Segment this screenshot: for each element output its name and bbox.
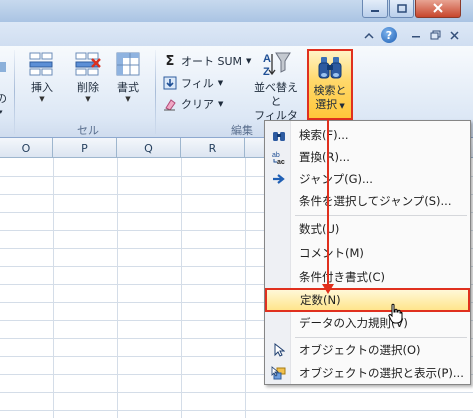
autosum-button[interactable]: Σ オート SUM ▼ [163, 52, 252, 70]
dropdown-arrow-icon: ▼ [85, 95, 91, 103]
sort-label-line1: 並べ替えと [254, 81, 298, 108]
grid-line [245, 158, 246, 418]
grid-line [181, 158, 182, 418]
delete-button[interactable]: 削除 ▼ [70, 50, 106, 104]
help-label: ? [385, 28, 393, 42]
insert-cells-icon [29, 52, 53, 76]
menu-separator [295, 215, 467, 216]
ribbon-left-fragment: の ▾ [0, 62, 10, 120]
ribbon-collapse-button[interactable] [362, 28, 376, 42]
column-header[interactable]: R [181, 138, 245, 158]
partial-icon [0, 62, 6, 72]
title-bar [0, 0, 473, 22]
svg-text:ac: ac [277, 159, 285, 165]
minimize-icon [412, 36, 420, 38]
fill-button[interactable]: フィル ▼ [163, 74, 223, 92]
menu-item-formulas[interactable]: 数式(U) [266, 218, 469, 240]
close-icon [433, 3, 443, 13]
ribbon-tab-strip [0, 22, 473, 46]
ribbon-separator [155, 50, 156, 134]
grid-line [0, 410, 473, 411]
binoculars-icon [266, 129, 292, 142]
menu-item-find[interactable]: 検索(F)... [266, 124, 469, 146]
menu-item-goto-special[interactable]: 条件を選択してジャンプ(S)... [266, 190, 469, 212]
find-select-menu: 検索(F)... ab ac 置換(R)... ジャンプ(G)... 条件を選択し… [264, 120, 471, 385]
dropdown-arrow-icon: ▼ [39, 95, 45, 103]
ribbon-separator [14, 50, 15, 134]
editing-group-label: 編集 [231, 124, 253, 137]
grid-line [53, 158, 54, 418]
menu-separator [295, 337, 467, 338]
help-button[interactable]: ? [381, 27, 397, 43]
svg-text:Z: Z [263, 66, 270, 78]
grid-line [0, 392, 473, 393]
find-select-button[interactable]: 検索と 選択 ▼ [307, 49, 353, 120]
chevron-up-icon [364, 32, 374, 39]
close-icon [449, 30, 459, 40]
arrow-right-icon [266, 174, 292, 184]
select-shapes-icon [266, 365, 292, 381]
sigma-icon: Σ [165, 53, 175, 69]
menu-item-conditional-formatting[interactable]: 条件付き書式(C) [266, 266, 469, 288]
doc-restore-button[interactable] [428, 28, 442, 42]
annotation-arrow-line [327, 120, 329, 288]
sort-filter-icon: A Z [263, 52, 291, 78]
menu-item-select-objects[interactable]: オブジェクトの選択(O) [266, 339, 469, 361]
menu-item-replace[interactable]: ab ac 置換(R)... [266, 146, 469, 168]
dropdown-arrow-icon: ▼ [218, 100, 224, 108]
replace-icon: ab ac [266, 150, 292, 165]
clear-button[interactable]: クリア ▼ [163, 95, 223, 113]
insert-button[interactable]: 挿入 ▼ [24, 50, 60, 104]
dropdown-arrow-icon: ▼ [217, 79, 224, 87]
restore-icon [430, 30, 440, 40]
maximize-icon [396, 4, 407, 13]
menu-item-selection-pane[interactable]: オブジェクトの選択と表示(P)... [266, 362, 469, 384]
format-cells-icon [116, 52, 140, 76]
minimize-icon [371, 9, 379, 12]
column-header[interactable]: O [0, 138, 53, 158]
cells-group-label: セル [77, 124, 99, 137]
svg-text:ab: ab [272, 152, 280, 159]
binoculars-icon [318, 57, 342, 79]
annotation-arrow-head [322, 284, 334, 294]
maximize-button[interactable] [389, 0, 414, 18]
doc-minimize-button[interactable] [409, 28, 423, 42]
format-button[interactable]: 書式 ▼ [110, 50, 146, 104]
svg-text:A: A [263, 53, 271, 65]
find-label-line1: 検索と [313, 84, 347, 97]
menu-item-constants[interactable]: 定数(N) [265, 288, 470, 312]
minimize-button[interactable] [362, 0, 388, 18]
menu-item-comments[interactable]: コメント(M) [266, 242, 469, 264]
delete-cells-icon [75, 52, 101, 76]
find-label-line2: 選択 [315, 98, 338, 111]
menu-item-goto[interactable]: ジャンプ(G)... [266, 168, 469, 190]
close-button[interactable] [415, 0, 461, 18]
doc-close-button[interactable] [447, 28, 461, 42]
cursor-icon [266, 343, 292, 357]
column-header[interactable]: P [53, 138, 117, 158]
grid-line [117, 158, 118, 418]
menu-item-data-validation[interactable]: データの入力規則(V) [266, 312, 469, 334]
column-header[interactable]: Q [117, 138, 181, 158]
mouse-cursor-icon [388, 303, 403, 324]
fill-down-icon [163, 76, 177, 90]
eraser-icon [164, 99, 176, 111]
dropdown-arrow-icon: ▼ [125, 95, 131, 103]
